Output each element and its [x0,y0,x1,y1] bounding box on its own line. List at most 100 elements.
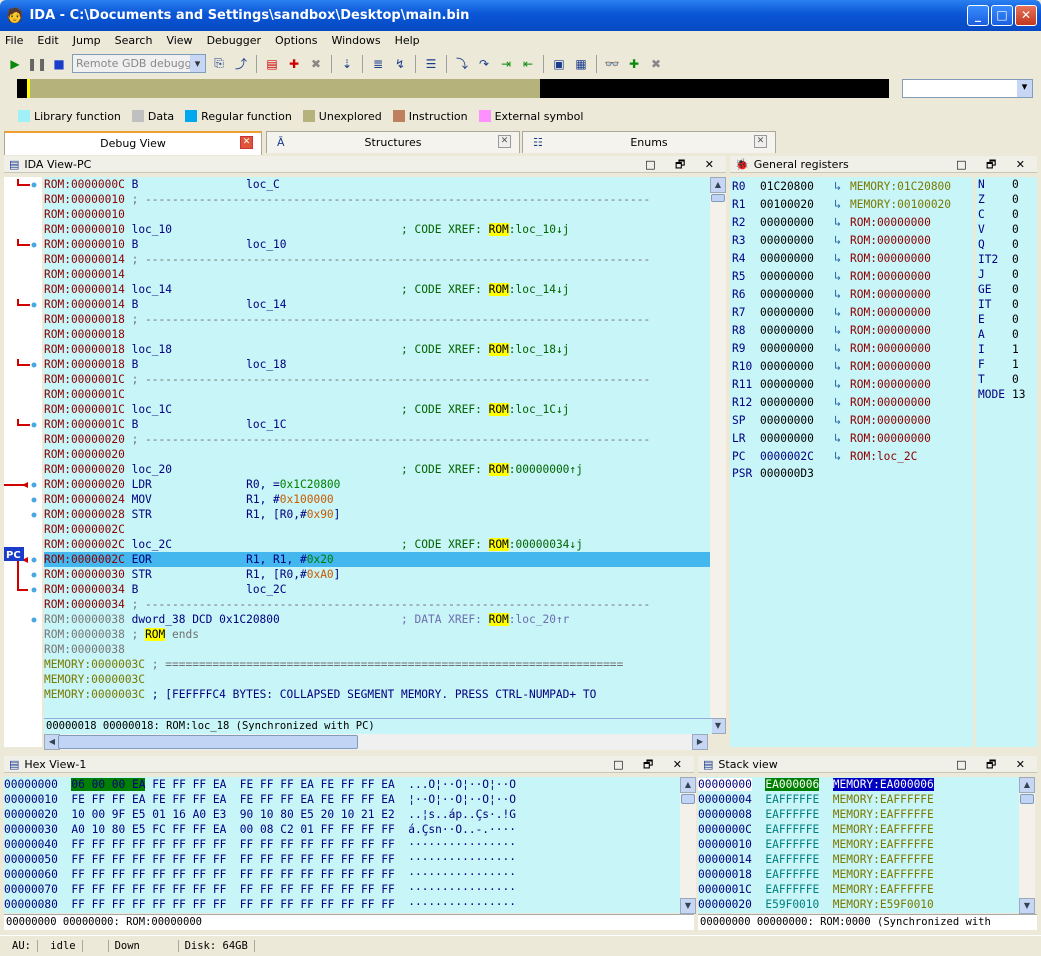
hex-ascii[interactable]: ················ [408,898,516,911]
ida-view-vscroll[interactable]: ▲ ▼ [710,177,726,734]
panel-window-buttons[interactable]: □ 🗗 ✕ [956,756,1033,775]
hex-bytes[interactable]: A0 10 80 E5 [71,823,145,836]
register-row[interactable]: R3 00000000 ↳ ROM:00000000 [730,231,973,249]
register-target[interactable]: ROM:00000000 [850,432,931,445]
hex-row[interactable]: 00000070 FF FF FF FF FF FF FF FF FF FF F… [4,882,680,897]
hex-ascii[interactable]: ················ [408,868,516,881]
stack-view-vscroll[interactable]: ▲ ▼ [1019,777,1035,914]
flag-value[interactable]: 0 [1012,238,1019,251]
hex-row[interactable]: 00000000 06 00 00 EA FE FF FF EA FE FF F… [4,777,680,792]
jump-arrow-icon[interactable]: ↳ [834,303,850,321]
stack-row[interactable]: 00000004 EAFFFFFE MEMORY:EAFFFFFE [698,792,1019,807]
register-target[interactable]: MEMORY:00100020 [850,198,951,211]
maximize-button[interactable]: □ [991,5,1013,26]
flag-value[interactable]: 0 [1012,253,1019,266]
code-line[interactable]: ROM:00000010 [44,207,712,222]
stack-row[interactable]: 00000000 EA000006 MEMORY:EA000006 [698,777,1019,792]
flag-value[interactable]: 0 [1012,328,1019,341]
register-row[interactable]: SP 00000000 ↳ ROM:00000000 [730,411,973,429]
close-tab-icon[interactable]: ✕ [240,136,253,149]
register-value[interactable]: 00000000 [760,268,834,286]
code-line[interactable]: ROM:00000020 loc_20 ; CODE XREF: ROM:000… [44,462,712,477]
scroll-up-icon[interactable]: ▲ [1019,777,1035,793]
panel-window-buttons[interactable]: □ 🗗 ✕ [645,156,722,175]
hex-bytes[interactable]: FF FF FF FF [321,898,395,911]
flag-value[interactable]: 0 [1012,313,1019,326]
code-line[interactable]: ROM:00000014 [44,267,712,282]
register-row[interactable]: R1 00100020 ↳ MEMORY:00100020 [730,195,973,213]
register-target[interactable]: MEMORY:01C20800 [850,180,951,193]
step-into-icon[interactable]: ⤵ [453,55,471,73]
code-line[interactable]: ROM:00000018 ; -------------------------… [44,312,712,327]
flag-list[interactable]: N 0 Z 0 C 0 V 0 Q 0 IT2 0 J 0 GE 0 IT 0 E 0 A 0 I 1 F 1 T 0 MODE 13 [976,177,1037,747]
flag-row[interactable]: Q0 [976,237,1037,252]
flag-row[interactable]: MODE 13 [976,387,1037,402]
flag-row[interactable]: A0 [976,327,1037,342]
code-line[interactable]: ROM:00000038 [44,642,712,657]
flag-row[interactable]: N0 [976,177,1037,192]
hex-bytes[interactable]: FF FF FF FF [152,883,226,896]
menu-edit[interactable]: Edit [37,34,58,47]
code-line[interactable]: ROM:00000034 ; -------------------------… [44,597,712,612]
hex-ascii[interactable]: ················ [408,838,516,851]
register-row[interactable]: LR 00000000 ↳ ROM:00000000 [730,429,973,447]
register-target[interactable]: ROM:00000000 [850,234,931,247]
flag-row[interactable]: IT 0 [976,297,1037,312]
register-target[interactable]: ROM:00000000 [850,288,931,301]
register-row[interactable]: PC 0000002C ↳ ROM:loc_2C [730,447,973,465]
menu-view[interactable]: View [166,34,192,47]
register-value[interactable]: 00000000 [760,214,834,232]
hex-bytes[interactable]: FF FF FF FF [71,883,145,896]
register-target[interactable]: ROM:00000000 [850,414,931,427]
attach-process-icon[interactable]: ⎘ [210,55,228,73]
code-line[interactable]: ROM:0000002C [44,522,712,537]
code-line[interactable]: ROM:00000028 STR R1, [R0,#0x90] [44,507,712,522]
flag-row[interactable]: J0 [976,267,1037,282]
delete-watch-icon[interactable]: ✖ [647,55,665,73]
flag-row[interactable]: Z0 [976,192,1037,207]
code-line[interactable]: ROM:00000020 [44,447,712,462]
code-line[interactable]: ROM:00000020 ; -------------------------… [44,432,712,447]
current-instruction-line[interactable]: ROM:0000002C EOR R1, R1, #0x20 [44,552,712,567]
stack-value[interactable]: EAFFFFFE [765,823,819,836]
tab-structures[interactable]: Ā Structures ✕ [266,131,520,153]
hex-bytes[interactable]: FE FF FF EA [240,778,314,791]
scroll-thumb[interactable] [681,794,695,804]
stack-target[interactable]: MEMORY:EAFFFFFE [833,838,934,851]
flag-row[interactable]: GE 0 [976,282,1037,297]
delete-breakpoint-icon[interactable]: ✖ [307,55,325,73]
register-value[interactable]: 00000000 [760,412,834,430]
scroll-right-icon[interactable]: ▶ [692,734,708,750]
stack-target[interactable]: MEMORY:EAFFFFFE [833,868,934,881]
register-row[interactable]: R7 00000000 ↳ ROM:00000000 [730,303,973,321]
hex-bytes[interactable]: 10 00 9F E5 [71,808,145,821]
code-line[interactable]: ROM:0000001C loc_1C ; CODE XREF: ROM:loc… [44,402,712,417]
code-line[interactable]: ROM:00000018 B loc_18 [44,357,712,372]
hex-row[interactable]: 00000060 FF FF FF FF FF FF FF FF FF FF F… [4,867,680,882]
register-value[interactable]: 00000000 [760,358,834,376]
function-trace-icon[interactable]: ↯ [391,55,409,73]
detach-process-icon[interactable]: ⤴ [232,55,250,73]
hex-bytes[interactable]: FF FF FF FF [152,898,226,911]
menu-search[interactable]: Search [115,34,153,47]
code-line[interactable]: ROM:00000018 loc_18 ; CODE XREF: ROM:loc… [44,342,712,357]
ida-view-hscroll[interactable]: ◀ ▶ [44,734,708,750]
panel-window-buttons[interactable]: □ 🗗 ✕ [613,756,690,775]
code-line[interactable]: ROM:0000002C loc_2C ; CODE XREF: ROM:000… [44,537,712,552]
register-row[interactable]: R11 00000000 ↳ ROM:00000000 [730,375,973,393]
close-tab-icon[interactable]: ✕ [754,135,767,148]
register-target[interactable]: ROM:00000000 [850,216,931,229]
flag-value[interactable]: 0 [1012,373,1019,386]
stack-value[interactable]: EAFFFFFE [765,868,819,881]
code-line[interactable]: ROM:0000001C B loc_1C [44,417,712,432]
stack-value[interactable]: EAFFFFFE [765,808,819,821]
code-line[interactable]: ROM:00000018 [44,327,712,342]
hex-view-vscroll[interactable]: ▲ ▼ [680,777,696,914]
hex-bytes[interactable]: FE FF FF EA [240,793,314,806]
tab-enums[interactable]: ☷ Enums ✕ [522,131,776,153]
add-breakpoint-icon[interactable]: ✚ [285,55,303,73]
code-line[interactable]: MEMORY:0000003C [44,672,712,687]
trace-icon[interactable]: ⇣ [338,55,356,73]
register-value[interactable]: 000000D3 [760,465,834,483]
step-over-icon[interactable]: ↷ [475,55,493,73]
